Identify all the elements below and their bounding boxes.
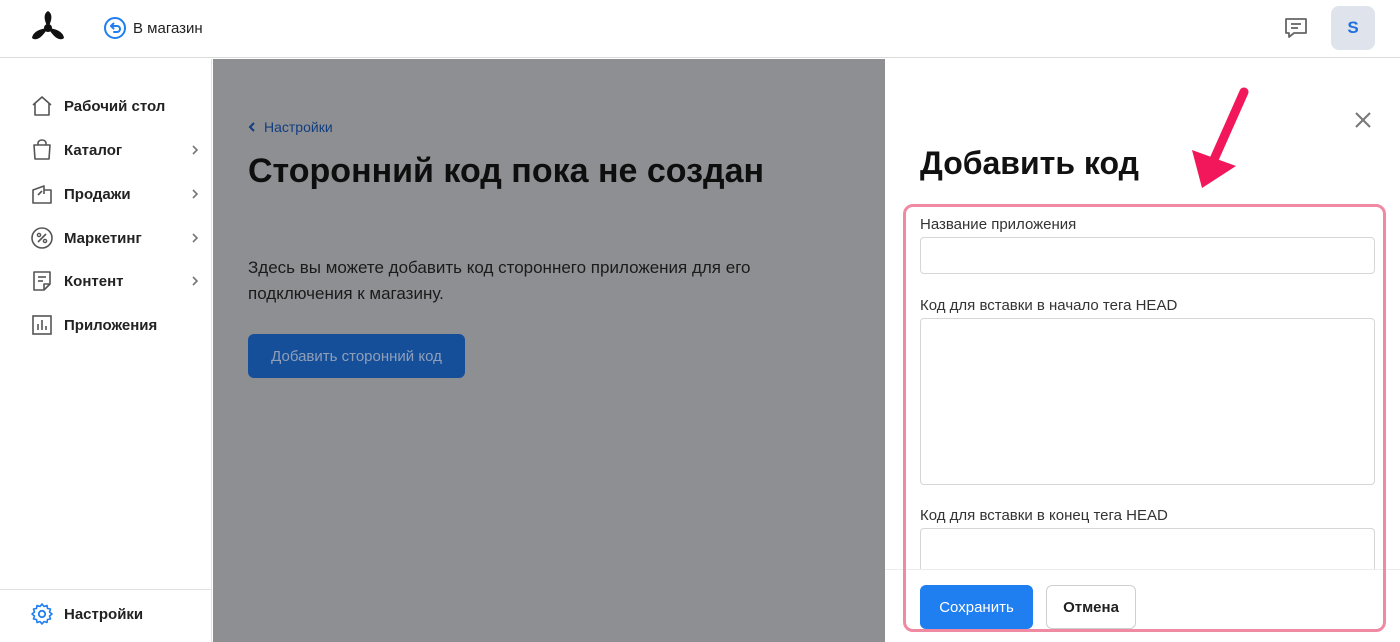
sidebar-item-label: Каталог: [64, 141, 123, 159]
sidebar-item-apps[interactable]: Приложения: [0, 305, 212, 345]
breadcrumb[interactable]: Настройки: [248, 119, 333, 135]
sidebar-item-sales[interactable]: Продажи: [0, 174, 212, 214]
user-avatar[interactable]: S: [1331, 6, 1375, 50]
sidebar-item-content[interactable]: Контент: [0, 261, 212, 301]
sidebar-item-catalog[interactable]: Каталог: [0, 130, 212, 170]
fan-logo-icon[interactable]: [26, 8, 70, 48]
sidebar-item-label: Маркетинг: [64, 229, 142, 247]
page-description: Здесь вы можете добавить код стороннего …: [248, 258, 751, 303]
sales-icon: [32, 185, 52, 204]
drawer-footer: Сохранить Отмена: [885, 569, 1400, 642]
add-code-drawer: Добавить код Название приложения Код для…: [885, 59, 1400, 642]
chevron-right-icon: [192, 276, 199, 286]
back-to-store-label: В магазин: [133, 19, 203, 37]
drawer-title: Добавить код: [920, 145, 1139, 181]
chevron-right-icon: [192, 145, 199, 155]
cancel-button[interactable]: Отмена: [1046, 585, 1136, 629]
chevron-right-icon: [192, 189, 199, 199]
sidebar-footer: Настройки: [0, 589, 212, 642]
percent-icon: [31, 227, 53, 249]
main-content: Настройки Сторонний код пока не создан З…: [213, 59, 885, 642]
document-icon: [33, 271, 51, 291]
close-icon[interactable]: [1352, 109, 1374, 131]
breadcrumb-label: Настройки: [264, 119, 333, 135]
message-icon[interactable]: [1283, 15, 1309, 41]
sidebar-item-label: Настройки: [64, 605, 144, 623]
sidebar-item-label: Продажи: [64, 185, 131, 203]
head-start-code-label: Код для вставки в начало тега HEAD: [920, 297, 1178, 314]
home-icon: [32, 96, 52, 116]
add-third-party-code-button[interactable]: Добавить сторонний код: [248, 334, 465, 378]
head-end-code-label: Код для вставки в конец тега HEAD: [920, 507, 1168, 524]
circular-arrow-back-icon: [104, 17, 126, 39]
top-bar: В магазин S: [0, 0, 1400, 58]
gear-icon: [31, 603, 53, 625]
sidebar-item-settings[interactable]: Настройки: [0, 594, 212, 634]
sidebar-item-dashboard[interactable]: Рабочий стол: [0, 86, 212, 126]
bar-chart-icon: [32, 315, 52, 335]
sidebar: Рабочий стол Каталог Продажи Маркетинг К…: [0, 59, 212, 642]
head-start-code-textarea[interactable]: [920, 318, 1375, 485]
save-button[interactable]: Сохранить: [920, 585, 1033, 629]
shopping-bag-icon: [33, 139, 51, 160]
app-name-label: Название приложения: [920, 216, 1077, 233]
sidebar-item-label: Приложения: [64, 316, 158, 334]
back-to-store-link[interactable]: В магазин: [103, 16, 203, 40]
sidebar-item-label: Рабочий стол: [64, 97, 166, 115]
page-title: Сторонний код пока не создан: [248, 152, 765, 190]
chevron-right-icon: [192, 233, 199, 243]
sidebar-item-marketing[interactable]: Маркетинг: [0, 218, 212, 258]
chevron-left-icon: [248, 122, 255, 132]
sidebar-item-label: Контент: [64, 272, 124, 290]
app-name-input[interactable]: [920, 237, 1375, 274]
